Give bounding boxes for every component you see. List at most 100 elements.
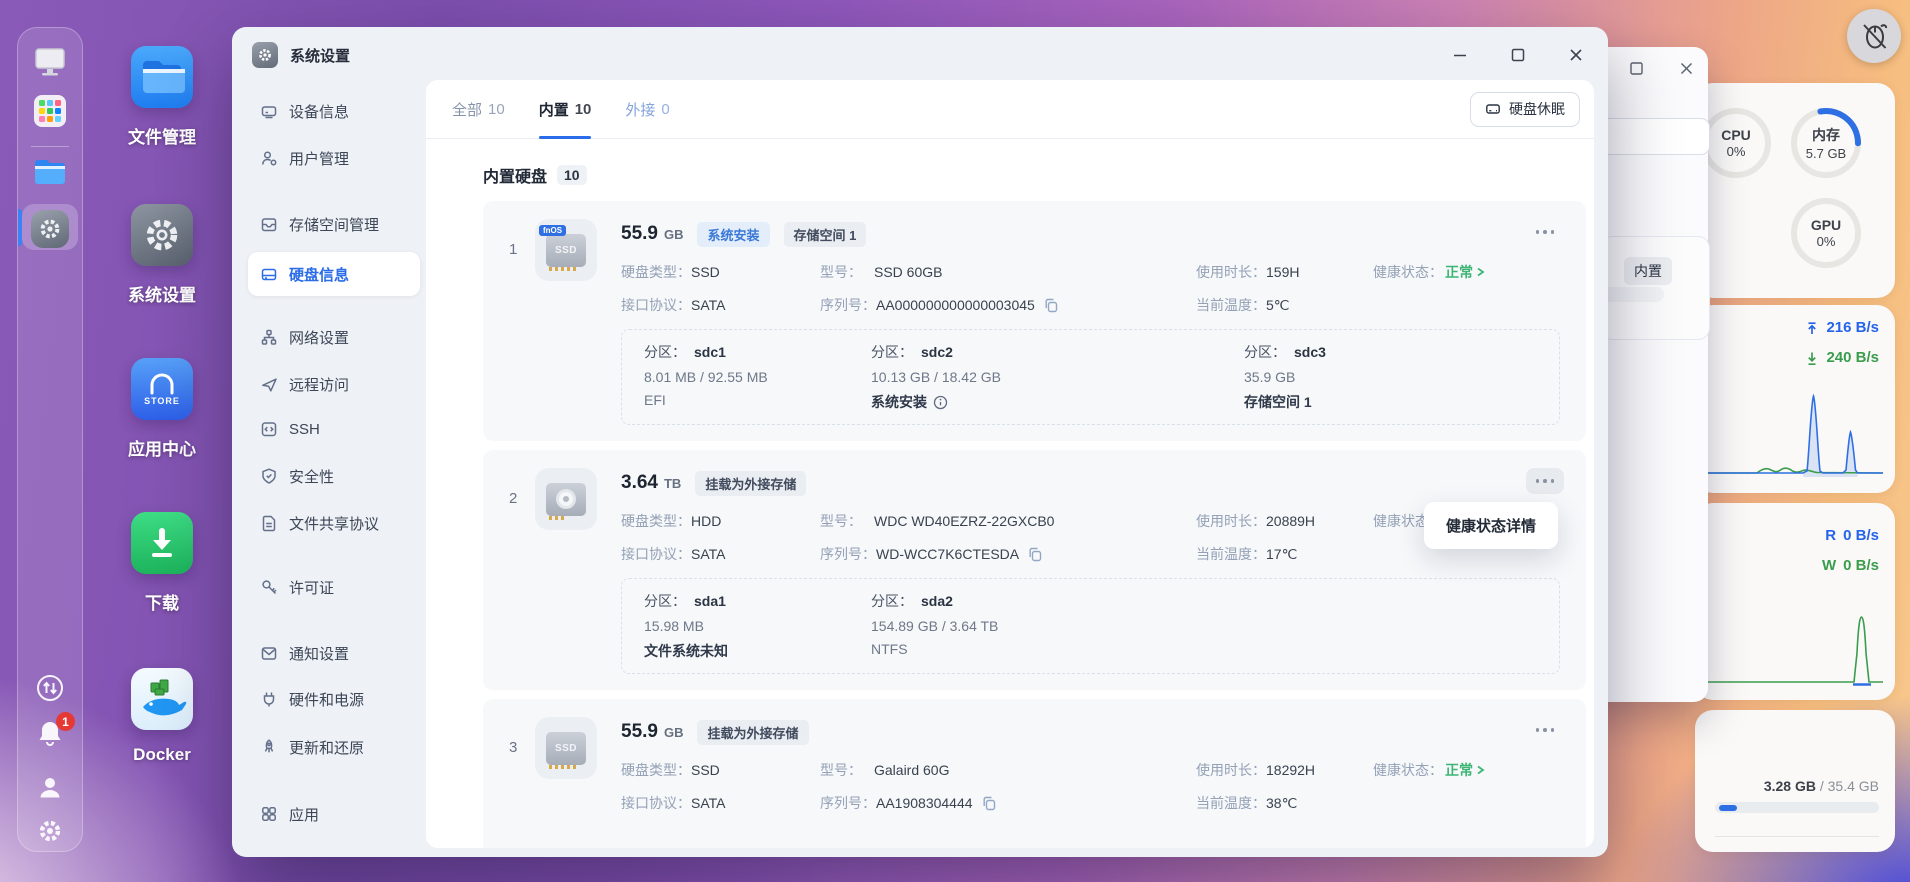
disk-size-row: 3.64 TB 挂载为外接存储 [621, 468, 1566, 498]
sidebar-item-hardware-power[interactable]: 硬件和电源 [248, 679, 420, 719]
dock-user-icon[interactable] [36, 773, 64, 801]
disk-sleep-button[interactable]: 硬盘休眠 [1470, 91, 1580, 127]
sidebar-item-security[interactable]: 安全性 [248, 456, 420, 496]
disk-type: SSD [691, 264, 720, 280]
document-icon [262, 515, 276, 532]
monitor-storage-card: 3.28 GB / 35.4 GB [1695, 710, 1895, 852]
sidebar-item-device-info[interactable]: 设备信息 [248, 91, 420, 131]
bg-search-input[interactable] [1600, 118, 1710, 155]
disk-menu-button[interactable] [1526, 219, 1564, 245]
disk-menu-button[interactable] [1526, 717, 1564, 743]
disk-index: 1 [509, 241, 518, 258]
copy-icon[interactable] [1043, 297, 1059, 313]
dock-app-grid-icon[interactable] [33, 94, 67, 128]
storage-usage-text: 3.28 GB / 35.4 GB [1763, 778, 1879, 794]
apps-grid-icon [262, 807, 276, 821]
tab-external[interactable]: 外接 0 [625, 80, 669, 139]
section-title: 内置硬盘 [483, 169, 548, 186]
sidebar-item-license[interactable]: 许可证 [248, 567, 420, 607]
sidebar-item-user-management[interactable]: 用户管理 [248, 138, 420, 178]
disk-info-panel: 全部 10 内置 10 外接 0 硬盘休眠 内置硬盘 10 1 fnOS SSD… [426, 80, 1594, 848]
disk-serial: AA1908304444 [876, 795, 973, 811]
dock-files-icon[interactable] [32, 156, 68, 188]
monitor-usage-card: CPU 0% 内存 5.7 GB GPU 0% [1695, 83, 1895, 298]
shield-icon [262, 468, 276, 484]
disk-menu-button[interactable] [1526, 468, 1564, 494]
dock-transfer-icon[interactable] [35, 673, 65, 703]
disk-hours: 18292H [1266, 762, 1316, 778]
copy-icon[interactable] [1027, 546, 1043, 562]
maximize-button[interactable] [1504, 41, 1532, 69]
shortcut-docker[interactable]: Docker [100, 668, 224, 765]
chevron-right-icon [1477, 267, 1485, 277]
bg-maximize-button[interactable] [1622, 54, 1650, 82]
disk-card-3: 3 SSD 55.9 GB 挂载为外接存储 硬盘类型： SSD 型号： Galair… [483, 699, 1586, 848]
sidebar-item-remote-access[interactable]: 远程访问 [248, 364, 420, 404]
disk-size: 55.9 [621, 721, 658, 742]
minimize-button[interactable] [1446, 41, 1474, 69]
partition: 分区： sdc1 8.01 MB / 92.55 MB EFI [644, 344, 768, 408]
dock-desktop-icon[interactable] [32, 45, 68, 79]
disk-size-row: 55.9 GB 挂载为外接存储 [621, 717, 1566, 747]
sidebar-item-storage-pool[interactable]: 存储空间管理 [248, 204, 420, 244]
info-icon[interactable] [933, 395, 948, 410]
partition: 分区： sdc3 35.9 GB 存储空间 1 [1244, 344, 1326, 410]
ssh-icon [261, 422, 277, 437]
health-status-link[interactable]: 健康状态：正常 [1373, 760, 1566, 780]
dock-settings-icon[interactable] [31, 210, 69, 248]
sidebar-item-notifications[interactable]: 通知设置 [248, 633, 420, 673]
power-icon [263, 692, 275, 707]
bg-pill [1600, 287, 1664, 302]
disk-protocol: SATA [691, 546, 726, 562]
dock-gear-icon[interactable] [36, 817, 64, 845]
storage-progress-bar [1715, 802, 1879, 813]
copy-icon[interactable] [981, 795, 997, 811]
shortcut-label: 应用中心 [128, 440, 196, 459]
close-button[interactable] [1562, 41, 1590, 69]
disk-temp: 38℃ [1266, 794, 1298, 811]
shortcut-label: Docker [133, 745, 191, 764]
sidebar-item-apps[interactable]: 应用 [248, 794, 420, 834]
sidebar-item-update-restore[interactable]: 更新和还原 [248, 727, 420, 767]
disk-read: R0 B/s [1825, 527, 1879, 544]
disk-temp: 5℃ [1266, 296, 1290, 313]
network-upload: 216 B/s [1805, 319, 1879, 336]
dock-active-indicator [18, 209, 22, 246]
tab-all[interactable]: 全部 10 [452, 80, 505, 139]
network-graph [1707, 393, 1883, 477]
shortcut-label: 系统设置 [128, 286, 196, 305]
shortcut-app-center[interactable]: STORE 应用中心 [100, 358, 224, 460]
tab-internal[interactable]: 内置 10 [538, 80, 591, 139]
monitor-diskio-card: R0 B/s W0 B/s [1695, 503, 1895, 700]
disk-protocol: SATA [691, 297, 726, 313]
shortcut-download[interactable]: 下载 [100, 512, 224, 614]
sidebar-item-network[interactable]: 网络设置 [248, 317, 420, 357]
mouse-passthrough-toggle[interactable] [1847, 9, 1901, 63]
memory-ring: 内存 5.7 GB [1790, 107, 1862, 179]
disk-sleep-icon [1486, 104, 1500, 114]
health-status-link[interactable]: 健康状态：正常 [1373, 262, 1566, 282]
health-detail-menu-item[interactable]: 健康状态详情 [1423, 502, 1558, 549]
disk-index: 3 [509, 739, 518, 756]
disk-temp: 17℃ [1266, 545, 1298, 562]
shortcut-file-manager[interactable]: 文件管理 [100, 46, 224, 148]
sidebar-item-disk-info[interactable]: 硬盘信息 [248, 252, 420, 296]
dock-notifications-icon[interactable]: 1 [35, 712, 75, 750]
sidebar-item-file-sharing[interactable]: 文件共享协议 [248, 503, 420, 543]
cpu-label: CPU [1721, 127, 1751, 143]
bg-close-button[interactable] [1672, 54, 1700, 82]
remote-access-icon [262, 378, 277, 392]
ssd-label: SSD [554, 742, 578, 754]
disk-type: HDD [691, 513, 722, 529]
sidebar-item-ssh[interactable]: SSH [248, 409, 420, 449]
partition: 分区： sda2 154.89 GB / 3.64 TB NTFS [871, 593, 999, 657]
disk-card-1: 1 fnOS SSD 55.9 GB 系统安装 存储空间 1 硬盘类型： SSD… [483, 201, 1586, 441]
disk-icon [261, 268, 277, 281]
partition-box: 分区： sdc1 8.01 MB / 92.55 MB EFI 分区： sdc2 1… [621, 329, 1560, 425]
disk-serial: WD-WCC7K6CTESDA [876, 546, 1020, 562]
window-title: 系统设置 [290, 47, 351, 65]
key-icon [262, 580, 277, 595]
mail-icon [261, 647, 277, 660]
disk-model: SSD 60GB [874, 264, 943, 280]
shortcut-system-settings[interactable]: 系统设置 [100, 204, 224, 306]
